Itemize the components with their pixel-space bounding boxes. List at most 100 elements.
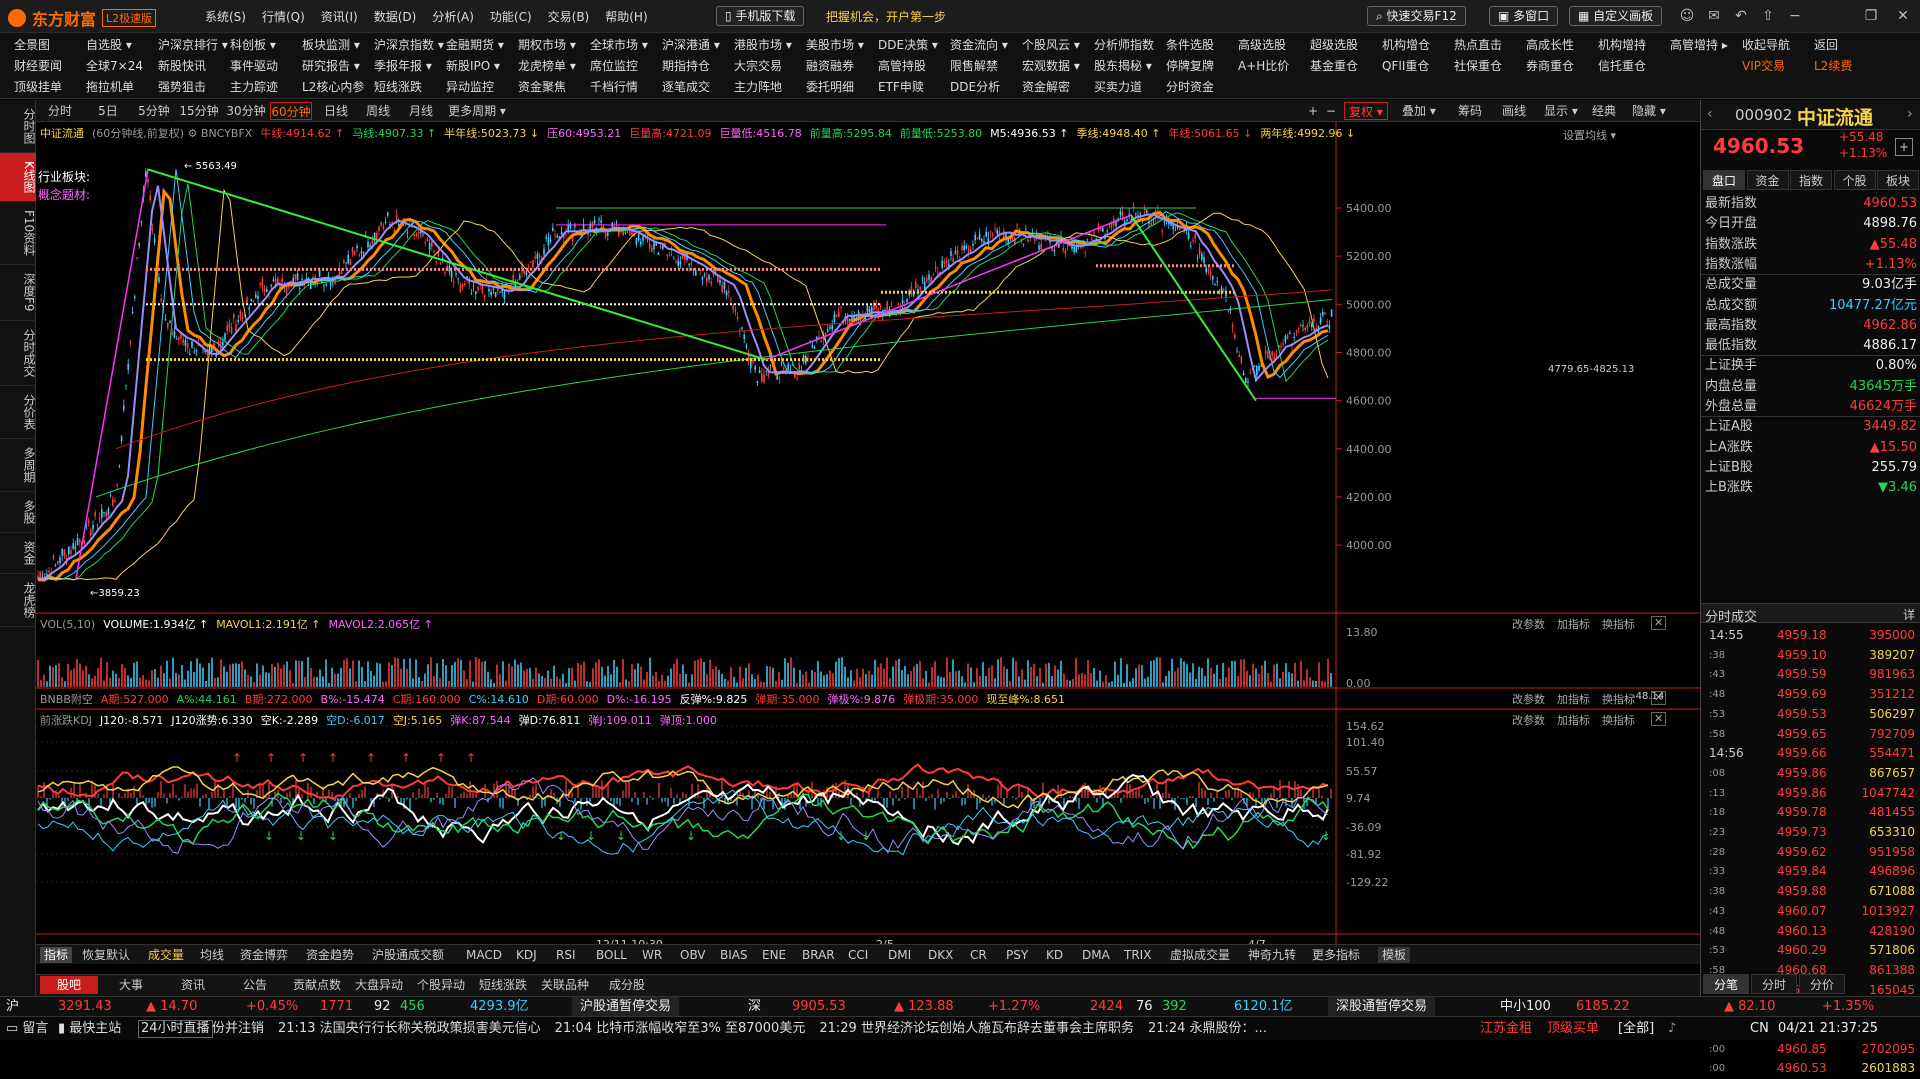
nav-item[interactable]: 沪深港通 ▾	[662, 36, 734, 53]
period-tab-4[interactable]: 30分钟	[224, 102, 268, 120]
indicator-tab-14[interactable]: ENE	[762, 947, 786, 963]
info-tab-8[interactable]: 关联品种	[536, 977, 594, 993]
nav-item[interactable]: 主力踪迹	[230, 78, 302, 95]
nav-item[interactable]: 返回	[1814, 36, 1886, 53]
settings-ma-button[interactable]: 设置均线 ▾	[1563, 127, 1616, 143]
period-tab-2[interactable]: 5分钟	[134, 102, 174, 120]
indicator-tab-7[interactable]: MACD	[466, 947, 502, 963]
sidebar-item-7[interactable]: 多股	[0, 492, 36, 533]
fastest-server-button[interactable]: ▮ 最快主站	[58, 1017, 121, 1041]
menu-item-2[interactable]: 资讯(I)	[321, 8, 358, 25]
nav-item[interactable]: 限售解禁	[950, 57, 1022, 74]
menu-item-0[interactable]: 系统(S)	[205, 8, 246, 25]
close-icon[interactable]: ✕	[1892, 6, 1914, 26]
info-tab-9[interactable]: 成分股	[598, 977, 656, 993]
detail-tab-0[interactable]: 分笔	[1703, 974, 1749, 994]
news-item[interactable]: 21:13 法国央行行长称关税政策损害美元信心	[278, 1021, 541, 1036]
nav-item[interactable]: 拖拉机单	[86, 78, 158, 95]
nav-item[interactable]: 科创板 ▾	[230, 36, 302, 53]
detail-tab-2[interactable]: 分价	[1799, 974, 1845, 994]
nav-item[interactable]: 社保重仓	[1454, 57, 1526, 74]
period-tab-0[interactable]: 分时	[40, 102, 80, 120]
kline-chart-area[interactable]: 5400.00 5200.00 5000.00 4800.00 4600.00 4400.…	[36, 122, 1700, 944]
nav-item[interactable]: 逐笔成交	[662, 78, 734, 95]
restore-icon[interactable]: ❐	[1860, 6, 1882, 26]
sidebar-item-1[interactable]: K线图	[0, 153, 36, 202]
mobile-download-button[interactable]: ▯ 手机版下载	[716, 6, 805, 26]
chart-tool-3[interactable]: 画线	[1502, 102, 1526, 120]
nav-item[interactable]: 新股快讯	[158, 57, 230, 74]
quick-trade-button[interactable]: ⌕ 快速交易F12	[1367, 6, 1466, 26]
nav-item[interactable]: 新股IPO ▾	[446, 57, 518, 74]
nav-item[interactable]: VIP交易	[1742, 57, 1814, 74]
nav-item[interactable]: 收起导航	[1742, 36, 1814, 53]
nav-item[interactable]: 季报年报 ▾	[374, 57, 446, 74]
nav-item[interactable]: 机构增仓	[1382, 36, 1454, 53]
nav-item[interactable]: 基金重仓	[1310, 57, 1382, 74]
detail-tab-1[interactable]: 分时	[1751, 974, 1797, 994]
nav-item[interactable]: 沪深京指数 ▾	[374, 36, 446, 53]
indicator-tab-23[interactable]: TRIX	[1124, 947, 1151, 963]
period-tab-7[interactable]: 周线	[358, 102, 398, 120]
indicator-tab-25[interactable]: 神奇九转	[1248, 947, 1296, 963]
indicator-tab-19[interactable]: CR	[970, 947, 987, 963]
nav-item[interactable]: 自选股 ▾	[86, 36, 158, 53]
nav-item[interactable]: 异动监控	[446, 78, 518, 95]
message-button[interactable]: ▭ 留言	[6, 1017, 48, 1041]
nav-item[interactable]: 高级选股	[1238, 36, 1310, 53]
indicator-tab-13[interactable]: BIAS	[720, 947, 748, 963]
indicator-tab-17[interactable]: DMI	[888, 947, 911, 963]
indicator-tab-12[interactable]: OBV	[680, 947, 706, 963]
panel-tool-0[interactable]: 改参数	[1512, 616, 1545, 632]
quote-tab-1[interactable]: 资金	[1746, 170, 1789, 190]
nav-item[interactable]: 个股风云 ▾	[1022, 36, 1094, 53]
menu-item-5[interactable]: 功能(C)	[490, 8, 532, 25]
nav-item[interactable]: 超级选股	[1310, 36, 1382, 53]
chart-tool-5[interactable]: 经典	[1592, 102, 1616, 120]
nav-item[interactable]: 高管增持 ▸	[1670, 36, 1742, 53]
nav-item[interactable]: L2核心内参	[302, 78, 374, 95]
chart-tool-6[interactable]: 隐藏 ▾	[1632, 102, 1666, 120]
zoom-out-icon[interactable]: −	[1326, 102, 1336, 120]
indicator-tab-16[interactable]: CCI	[848, 947, 868, 963]
period-tab-3[interactable]: 15分钟	[176, 102, 222, 120]
period-tab-8[interactable]: 月线	[402, 102, 440, 120]
news-scroller[interactable]: 份并注销 21:13 法国央行行长称关税政策损害美元信心 21:04 比特币涨幅收窄…	[212, 1017, 1472, 1041]
news-item[interactable]: 21:29 世界经济论坛创始人施瓦布辞去董事会主席职务	[819, 1021, 1134, 1036]
indicator-tab-2[interactable]: 成交量	[148, 947, 184, 963]
quote-tab-4[interactable]: 板块	[1877, 170, 1919, 190]
nav-item[interactable]: 千档行情	[590, 78, 662, 95]
indicator-tab-22[interactable]: DMA	[1082, 947, 1110, 963]
news-item[interactable]: 21:04 比特币涨幅收窄至3% 至87000美元	[555, 1021, 806, 1036]
add-watchlist-icon[interactable]: +	[1895, 138, 1913, 156]
indicator-tab-6[interactable]: 沪股通成交额	[372, 947, 444, 963]
nav-item[interactable]: 券商重仓	[1526, 57, 1598, 74]
nav-item[interactable]: 期指持仓	[662, 57, 734, 74]
nav-item[interactable]: 热点直击	[1454, 36, 1526, 53]
menu-item-3[interactable]: 数据(D)	[374, 8, 417, 25]
chart-tool-1[interactable]: 叠加 ▾	[1402, 102, 1436, 120]
minimize-icon[interactable]: −	[1784, 6, 1806, 26]
nav-item[interactable]: 沪深京排行 ▾	[158, 36, 230, 53]
nav-item[interactable]: 大宗交易	[734, 57, 806, 74]
nav-item[interactable]: 板块监测 ▾	[302, 36, 374, 53]
chart-tool-0[interactable]: 复权 ▾	[1344, 102, 1388, 120]
panel-tool-1[interactable]: 加指标	[1557, 616, 1590, 632]
panel-close-icon[interactable]: ✕	[1651, 712, 1667, 726]
promo-link[interactable]: 把握机会，开户第一步	[826, 8, 946, 25]
indicator-tab-26[interactable]: 更多指标	[1312, 947, 1360, 963]
menu-item-7[interactable]: 帮助(H)	[605, 8, 647, 25]
quote-tab-2[interactable]: 指数	[1790, 170, 1832, 190]
bell-icon[interactable]: ♪	[1668, 1017, 1676, 1041]
indicator-tab-9[interactable]: RSI	[556, 947, 576, 963]
mail-icon[interactable]: ✉	[1703, 6, 1725, 26]
nav-item[interactable]: 全球市场 ▾	[590, 36, 662, 53]
nav-item[interactable]: 全球7×24	[86, 57, 158, 74]
nav-item[interactable]: 金融期货 ▾	[446, 36, 518, 53]
menu-item-4[interactable]: 分析(A)	[432, 8, 474, 25]
nav-item[interactable]: 资金解密	[1022, 78, 1094, 95]
indicator-tab-18[interactable]: DKX	[928, 947, 953, 963]
nav-item[interactable]: 股东揭秘 ▾	[1094, 57, 1166, 74]
nav-item[interactable]	[1670, 57, 1742, 74]
info-tab-1[interactable]: 大事	[102, 977, 160, 993]
